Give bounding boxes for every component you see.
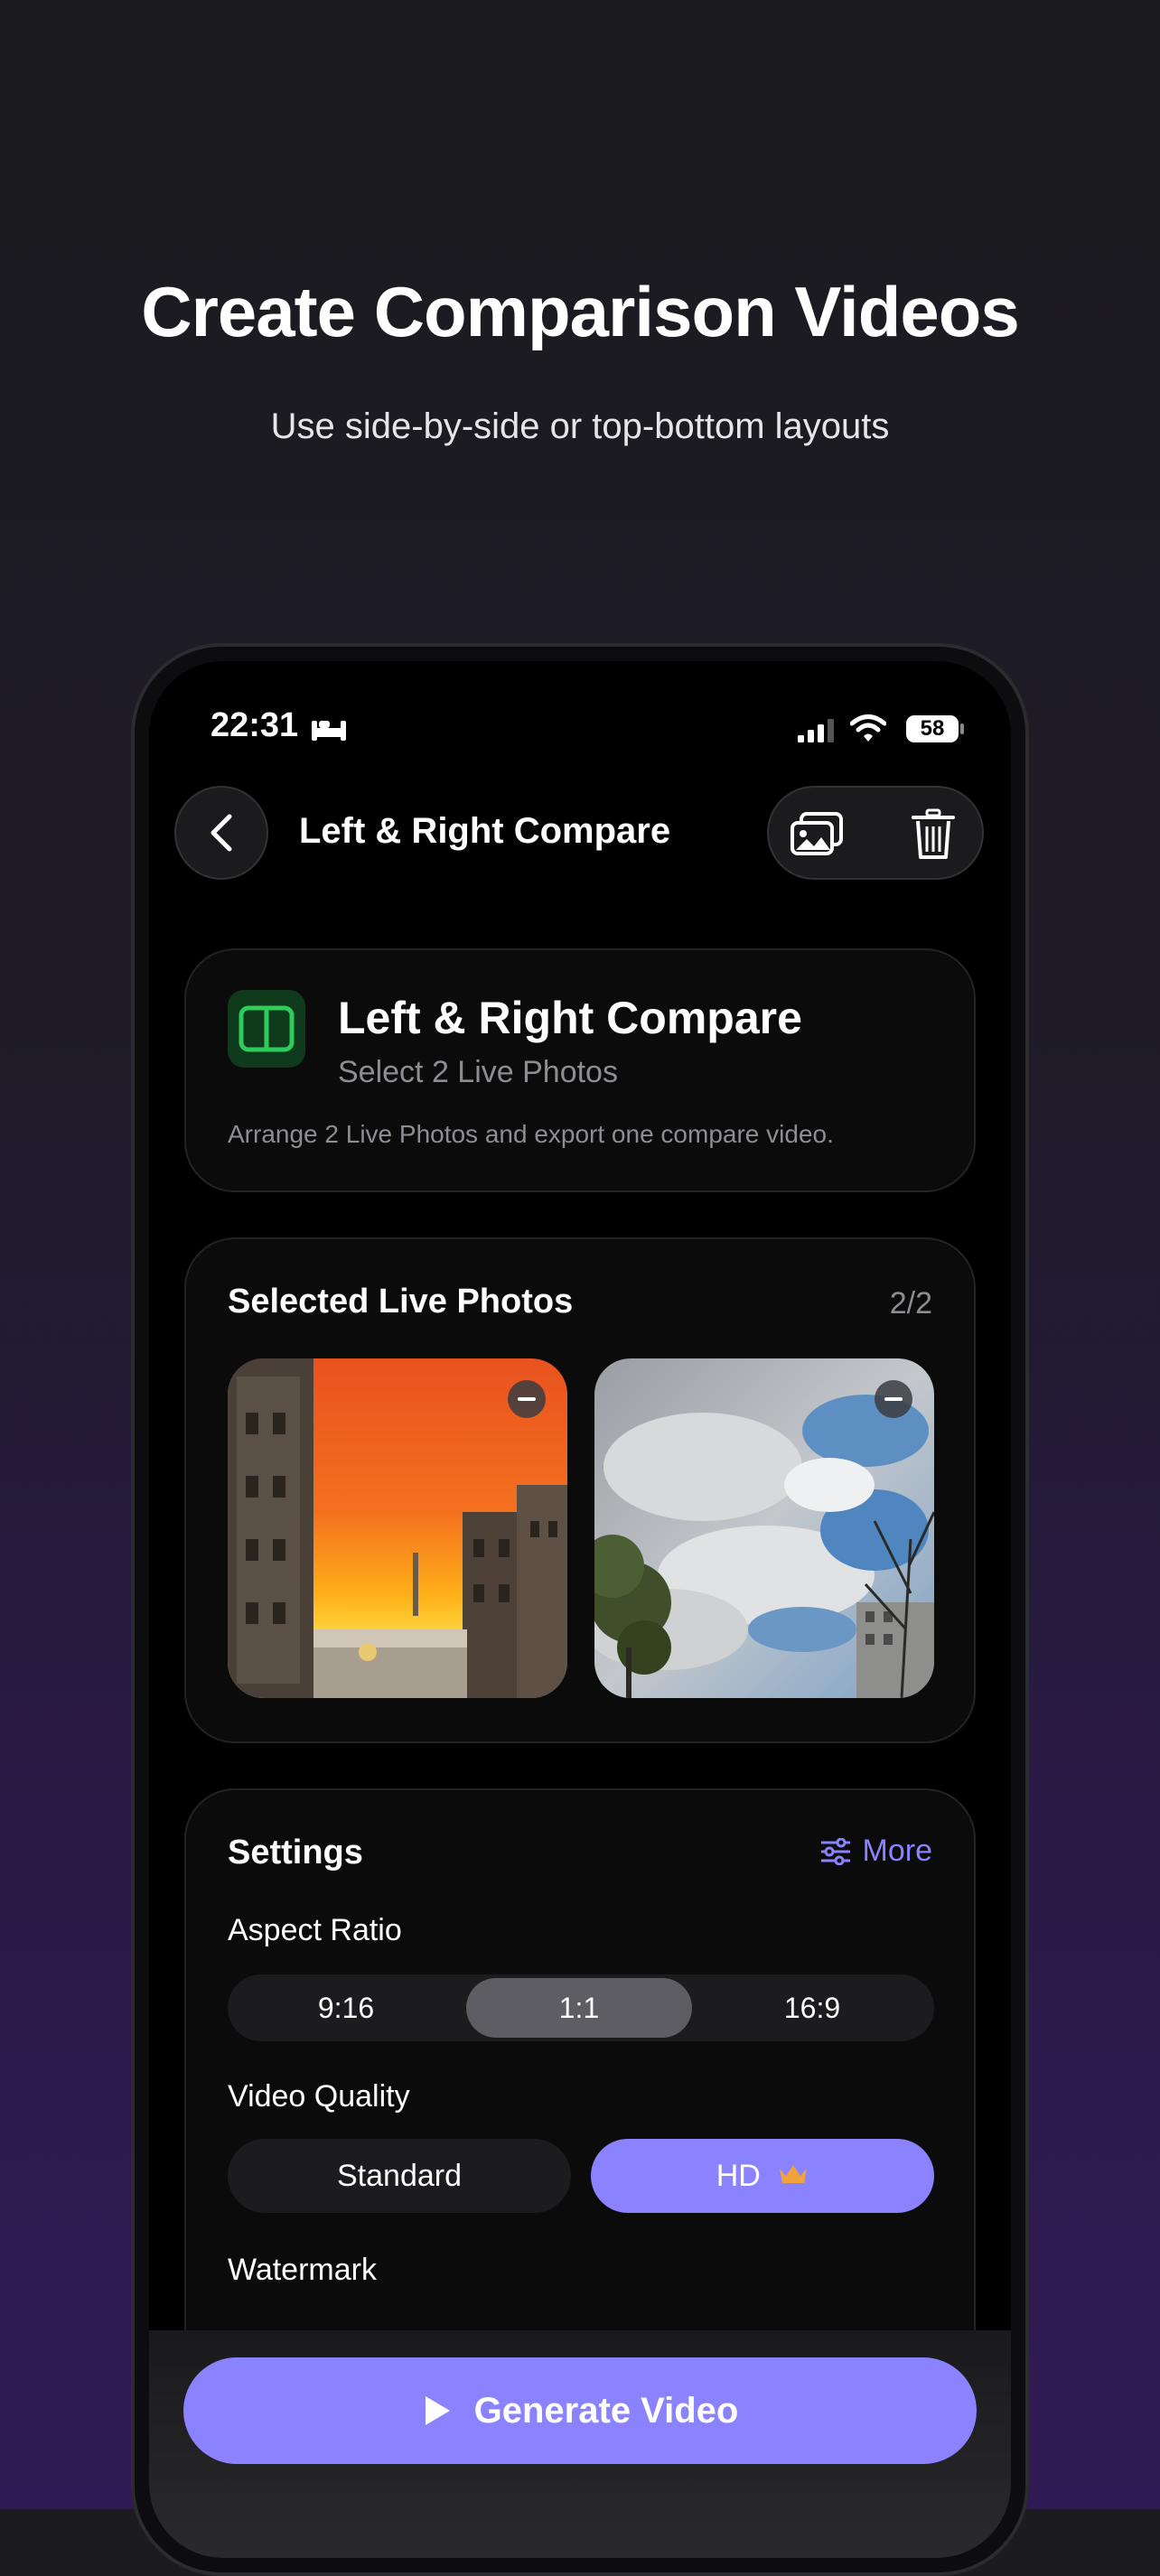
photos-icon xyxy=(790,812,843,855)
back-button[interactable] xyxy=(174,786,268,880)
settings-title: Settings xyxy=(228,1834,363,1871)
generate-video-label: Generate Video xyxy=(473,2390,739,2431)
photo-thumbnail-clouds[interactable] xyxy=(594,1358,934,1698)
app-screen: 22:31 58 Left & Right Compare Left & Rig… xyxy=(149,661,1011,2558)
trash-icon xyxy=(912,808,955,859)
status-bar: 22:31 58 xyxy=(149,706,1011,761)
play-icon xyxy=(425,2396,450,2425)
battery-indicator: 58 xyxy=(906,715,959,742)
more-settings-button[interactable]: More xyxy=(819,1834,932,1869)
selected-photos-count: 2/2 xyxy=(889,1286,932,1321)
mode-subtitle: Select 2 Live Photos xyxy=(338,1055,618,1089)
mode-info-card: Left & Right Compare Select 2 Live Photo… xyxy=(184,948,976,1192)
generate-video-button[interactable]: Generate Video xyxy=(183,2357,977,2464)
navigation-bar: Left & Right Compare xyxy=(149,786,1011,882)
selected-photos-title: Selected Live Photos xyxy=(228,1283,574,1321)
nav-actions-group xyxy=(767,786,984,880)
aspect-ratio-option-1-1[interactable]: 1:1 xyxy=(466,1978,692,2038)
phone-frame: 22:31 58 Left & Right Compare Left & Rig… xyxy=(131,643,1029,2576)
status-time: 22:31 xyxy=(210,706,299,744)
bottom-action-bar: Generate Video xyxy=(149,2330,1011,2558)
marketing-headline: Create Comparison Videos xyxy=(141,272,1020,351)
chevron-left-icon xyxy=(210,814,232,852)
minus-icon xyxy=(518,1397,536,1401)
crown-icon xyxy=(780,2165,808,2184)
mode-description: Arrange 2 Live Photos and export one com… xyxy=(228,1120,834,1148)
remove-photo-button[interactable] xyxy=(508,1380,546,1418)
quality-hd-button[interactable]: HD xyxy=(591,2139,934,2213)
photo-thumbnail-sunset[interactable] xyxy=(228,1358,567,1698)
split-columns-icon xyxy=(228,990,305,1068)
sleep-mode-icon xyxy=(312,721,346,741)
minus-icon xyxy=(884,1397,903,1401)
quality-hd-label: HD xyxy=(716,2159,761,2193)
wifi-icon xyxy=(850,714,886,742)
battery-tip xyxy=(960,723,964,734)
quality-standard-button[interactable]: Standard xyxy=(228,2139,571,2213)
watermark-label: Watermark xyxy=(228,2253,377,2287)
more-label: More xyxy=(862,1834,932,1868)
aspect-ratio-selector: 9:16 1:1 16:9 xyxy=(228,1974,934,2041)
sliders-icon xyxy=(820,1837,850,1865)
selected-photos-card: Selected Live Photos 2/2 xyxy=(184,1237,976,1743)
delete-button[interactable] xyxy=(897,798,969,871)
cellular-signal-icon xyxy=(798,719,834,742)
nav-title: Left & Right Compare xyxy=(299,811,671,851)
marketing-subline: Use side-by-side or top-bottom layouts xyxy=(270,406,890,446)
aspect-ratio-option-9-16[interactable]: 9:16 xyxy=(233,1978,459,2038)
aspect-ratio-option-16-9[interactable]: 16:9 xyxy=(699,1978,925,2038)
remove-photo-button[interactable] xyxy=(875,1380,912,1418)
video-quality-label: Video Quality xyxy=(228,2079,410,2114)
mode-title: Left & Right Compare xyxy=(338,993,802,1043)
photo-library-button[interactable] xyxy=(781,798,854,871)
aspect-ratio-label: Aspect Ratio xyxy=(228,1913,402,1947)
